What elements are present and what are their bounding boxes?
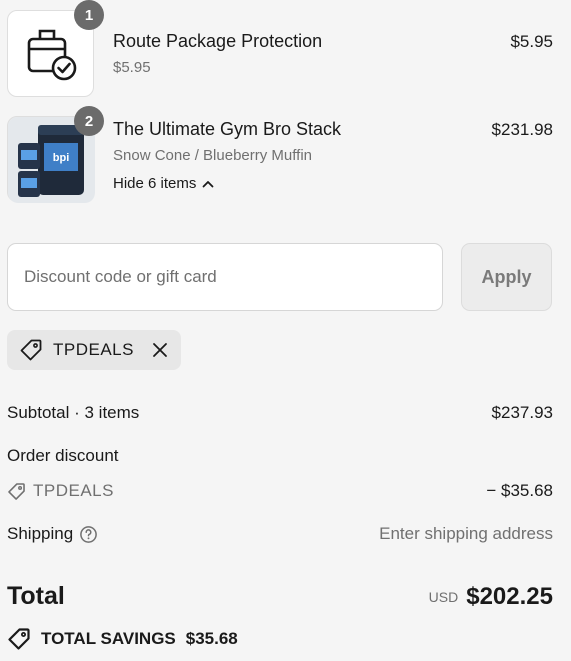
shipping-value: Enter shipping address: [379, 524, 553, 543]
item-name: The Ultimate Gym Bro Stack: [113, 119, 342, 139]
tag-icon: [8, 628, 30, 650]
toggle-label: Hide 6 items: [113, 175, 197, 192]
discount-code-input[interactable]: [7, 243, 443, 311]
total-savings-row: TOTAL SAVINGS $35.68: [7, 627, 238, 651]
item-price: $5.95: [510, 32, 553, 51]
remove-discount-button[interactable]: [151, 341, 169, 359]
total-amount-group: USD $202.25: [429, 583, 553, 611]
tag-icon: [20, 339, 42, 361]
hide-items-toggle[interactable]: Hide 6 items: [113, 175, 214, 192]
total-row: Total USD $202.25: [7, 582, 553, 611]
subtotal-row: Subtotal · 3 items $237.93: [7, 403, 553, 423]
product-thumbnail: 1: [7, 0, 104, 97]
order-discount-row: Order discount: [7, 446, 553, 466]
help-icon[interactable]: [79, 525, 98, 544]
item-price: $231.98: [491, 120, 553, 139]
item-name: Route Package Protection: [113, 31, 323, 51]
applied-code: TPDEALS: [53, 340, 134, 359]
discount-code-label: TPDEALS: [33, 481, 114, 500]
chevron-up-icon: [202, 180, 214, 187]
total-value: $202.25: [466, 582, 553, 610]
savings-label: TOTAL SAVINGS: [41, 629, 176, 648]
total-label: Total: [7, 582, 65, 610]
quantity-badge: 1: [74, 0, 104, 30]
discount-code-info: TPDEALS: [7, 481, 114, 501]
shipping-label-group: Shipping: [7, 524, 98, 544]
apply-button[interactable]: Apply: [461, 243, 552, 311]
item-variant: $5.95: [113, 59, 151, 76]
order-discount-label: Order discount: [7, 446, 119, 465]
applied-discount-chip: TPDEALS: [7, 330, 181, 370]
subtotal-value: $237.93: [491, 403, 553, 422]
close-icon: [153, 343, 167, 357]
line-item-gym-bro-stack: bpi 2 The Ultimate Gym Bro Stack Snow Co…: [0, 106, 571, 210]
tag-icon: [8, 482, 25, 500]
question-circle-icon: [80, 525, 98, 543]
quantity-badge: 2: [74, 106, 104, 136]
shipping-label: Shipping: [7, 524, 74, 543]
subtotal-label: Subtotal · 3 items: [7, 403, 140, 422]
discount-code-row: TPDEALS − $35.68: [7, 481, 553, 501]
item-variant: Snow Cone / Blueberry Muffin: [113, 147, 312, 164]
shipping-row: Shipping Enter shipping address: [7, 524, 553, 544]
discount-value: − $35.68: [486, 481, 553, 500]
savings-value: $35.68: [185, 629, 238, 648]
line-item-route-protection: 1 Route Package Protection $5.95 $5.95: [0, 0, 571, 110]
product-brand-text: bpi: [53, 152, 70, 164]
currency-code: USD: [428, 588, 459, 605]
product-thumbnail: bpi 2: [7, 106, 104, 203]
